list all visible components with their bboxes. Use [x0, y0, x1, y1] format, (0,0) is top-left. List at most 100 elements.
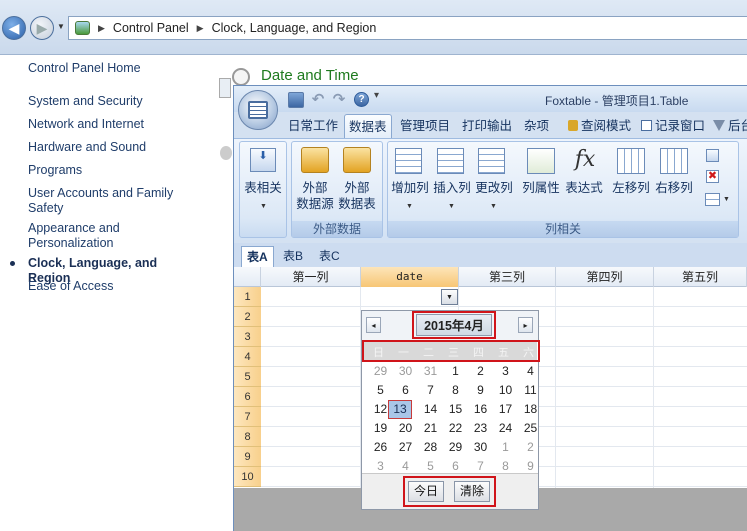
calendar-day[interactable]: 1	[493, 438, 518, 457]
sheet-tab-c[interactable]: 表C	[314, 246, 345, 267]
next-month-button[interactable]: ▸	[518, 317, 533, 333]
date-dropdown-button[interactable]: ▼	[441, 289, 458, 305]
calendar-day[interactable]: 18	[518, 400, 543, 419]
date-and-time-link[interactable]: Date and Time	[261, 67, 359, 84]
calendar-day[interactable]: 7	[418, 381, 443, 400]
sheet-tab-a[interactable]: 表A	[241, 246, 274, 267]
recent-pages-dropdown-icon[interactable]: ▼	[57, 22, 65, 31]
redo-icon[interactable]: ↷	[331, 92, 347, 108]
calendar-day-selected[interactable]: 13	[388, 400, 412, 419]
calendar-day[interactable]: 22	[443, 419, 468, 438]
calendar-day[interactable]: 16	[468, 400, 493, 419]
undo-icon[interactable]: ↶	[310, 92, 326, 108]
calendar-day[interactable]: 5	[368, 381, 393, 400]
nav-appearance[interactable]: Appearance and Personalization	[28, 221, 128, 251]
calendar-day[interactable]: 21	[418, 419, 443, 438]
expression-button[interactable]: 表达式	[563, 180, 605, 196]
tab-record-window[interactable]: 记录窗口	[637, 114, 709, 139]
help-icon[interactable]: ?	[354, 92, 369, 107]
calendar-day[interactable]: 30	[468, 438, 493, 457]
row-header[interactable]: 1	[234, 287, 261, 307]
grid-options-icon[interactable]	[705, 193, 720, 206]
calendar-day[interactable]: 3	[493, 362, 518, 381]
column-header[interactable]: 第五列	[654, 267, 747, 287]
column-properties-button[interactable]: 列属性	[521, 180, 561, 196]
nav-control-panel-home[interactable]: Control Panel Home	[28, 61, 198, 76]
tab-print-output[interactable]: 打印输出	[458, 114, 516, 139]
chevron-down-icon[interactable]: ▼	[406, 203, 413, 210]
today-button[interactable]: 今日	[408, 481, 444, 502]
calendar-day[interactable]: 26	[368, 438, 393, 457]
row-header[interactable]: 7	[234, 407, 261, 427]
back-arrow-icon[interactable]: ◀	[2, 16, 26, 40]
column-header-date[interactable]: date	[361, 267, 459, 287]
breadcrumb[interactable]: ▶ Control Panel ▶ Clock, Language, and R…	[68, 16, 747, 40]
calendar-day[interactable]: 28	[418, 438, 443, 457]
calendar-day[interactable]: 11	[518, 381, 543, 400]
breadcrumb-separator-icon[interactable]: ▶	[98, 23, 105, 34]
breadcrumb-clock-language-region[interactable]: Clock, Language, and Region	[212, 21, 377, 35]
tab-backend[interactable]: 后台	[709, 114, 747, 139]
nav-ease-of-access[interactable]: Ease of Access	[28, 279, 198, 294]
chevron-down-icon[interactable]: ▼	[448, 203, 455, 210]
tab-daily-work[interactable]: 日常工作	[284, 114, 342, 139]
row-header[interactable]: 8	[234, 427, 261, 447]
calendar-day[interactable]: 9	[468, 381, 493, 400]
save-icon[interactable]	[288, 92, 304, 108]
calendar-day[interactable]: 15	[443, 400, 468, 419]
nav-programs[interactable]: Programs	[28, 163, 198, 178]
calendar-day[interactable]: 10	[493, 381, 518, 400]
tab-misc[interactable]: 杂项	[520, 114, 553, 139]
tab-manage-project[interactable]: 管理项目	[396, 114, 454, 139]
chevron-down-icon[interactable]: ▼	[723, 196, 730, 203]
calendar-day[interactable]: 29	[368, 362, 393, 381]
column-header[interactable]: 第一列	[261, 267, 361, 287]
app-menu-orb-button[interactable]	[238, 90, 278, 130]
column-header[interactable]: 第三列	[459, 267, 556, 287]
row-header[interactable]: 5	[234, 367, 261, 387]
calendar-day[interactable]: 14	[418, 400, 443, 419]
external-table-button[interactable]: 外部 数据表	[336, 180, 378, 212]
breadcrumb-separator-icon[interactable]: ▶	[197, 23, 204, 34]
clear-button[interactable]: 清除	[454, 481, 490, 502]
nav-hardware-and-sound[interactable]: Hardware and Sound	[28, 140, 198, 155]
calendar-day[interactable]: 1	[443, 362, 468, 381]
row-header[interactable]: 6	[234, 387, 261, 407]
calendar-day[interactable]: 24	[493, 419, 518, 438]
row-header[interactable]: 4	[234, 347, 261, 367]
nav-user-accounts[interactable]: User Accounts and Family Safety	[28, 186, 178, 216]
calendar-day[interactable]: 30	[393, 362, 418, 381]
move-column-right-button[interactable]: 右移列	[654, 180, 694, 196]
calendar-day[interactable]: 17	[493, 400, 518, 419]
calendar-day[interactable]: 25	[518, 419, 543, 438]
calendar-day[interactable]: 19	[368, 419, 393, 438]
nav-system-and-security[interactable]: System and Security	[28, 94, 198, 109]
customize-qat-dropdown-icon[interactable]: ▾	[374, 90, 379, 101]
nav-network-and-internet[interactable]: Network and Internet	[28, 117, 198, 132]
calendar-day[interactable]: 6	[393, 381, 418, 400]
calendar-day[interactable]: 27	[393, 438, 418, 457]
breadcrumb-control-panel[interactable]: Control Panel	[113, 21, 189, 35]
tab-data-table[interactable]: 数据表	[344, 114, 392, 139]
chevron-down-icon[interactable]: ▼	[490, 203, 497, 210]
row-header[interactable]: 3	[234, 327, 261, 347]
corner-header[interactable]	[234, 267, 261, 287]
calendar-day[interactable]: 20	[393, 419, 418, 438]
calendar-day[interactable]: 2	[518, 438, 543, 457]
month-label[interactable]: 2015年4月	[416, 314, 492, 336]
insert-column-button[interactable]: 插入列	[432, 180, 472, 196]
external-datasource-button[interactable]: 外部 数据源	[294, 180, 336, 212]
calendar-day[interactable]: 23	[468, 419, 493, 438]
column-header[interactable]: 第四列	[556, 267, 654, 287]
chevron-down-icon[interactable]: ▼	[260, 203, 267, 210]
row-header[interactable]: 9	[234, 447, 261, 467]
table-related-button[interactable]: 表相关	[242, 180, 284, 196]
calendar-day[interactable]: 29	[443, 438, 468, 457]
calendar-day[interactable]: 4	[518, 362, 543, 381]
row-header[interactable]: 2	[234, 307, 261, 327]
prev-month-button[interactable]: ◂	[366, 317, 381, 333]
add-column-button[interactable]: 增加列	[390, 180, 430, 196]
sheet-tab-b[interactable]: 表B	[278, 246, 308, 267]
row-header[interactable]: 10	[234, 467, 261, 487]
tab-lookup-mode[interactable]: 查阅模式	[564, 114, 635, 139]
